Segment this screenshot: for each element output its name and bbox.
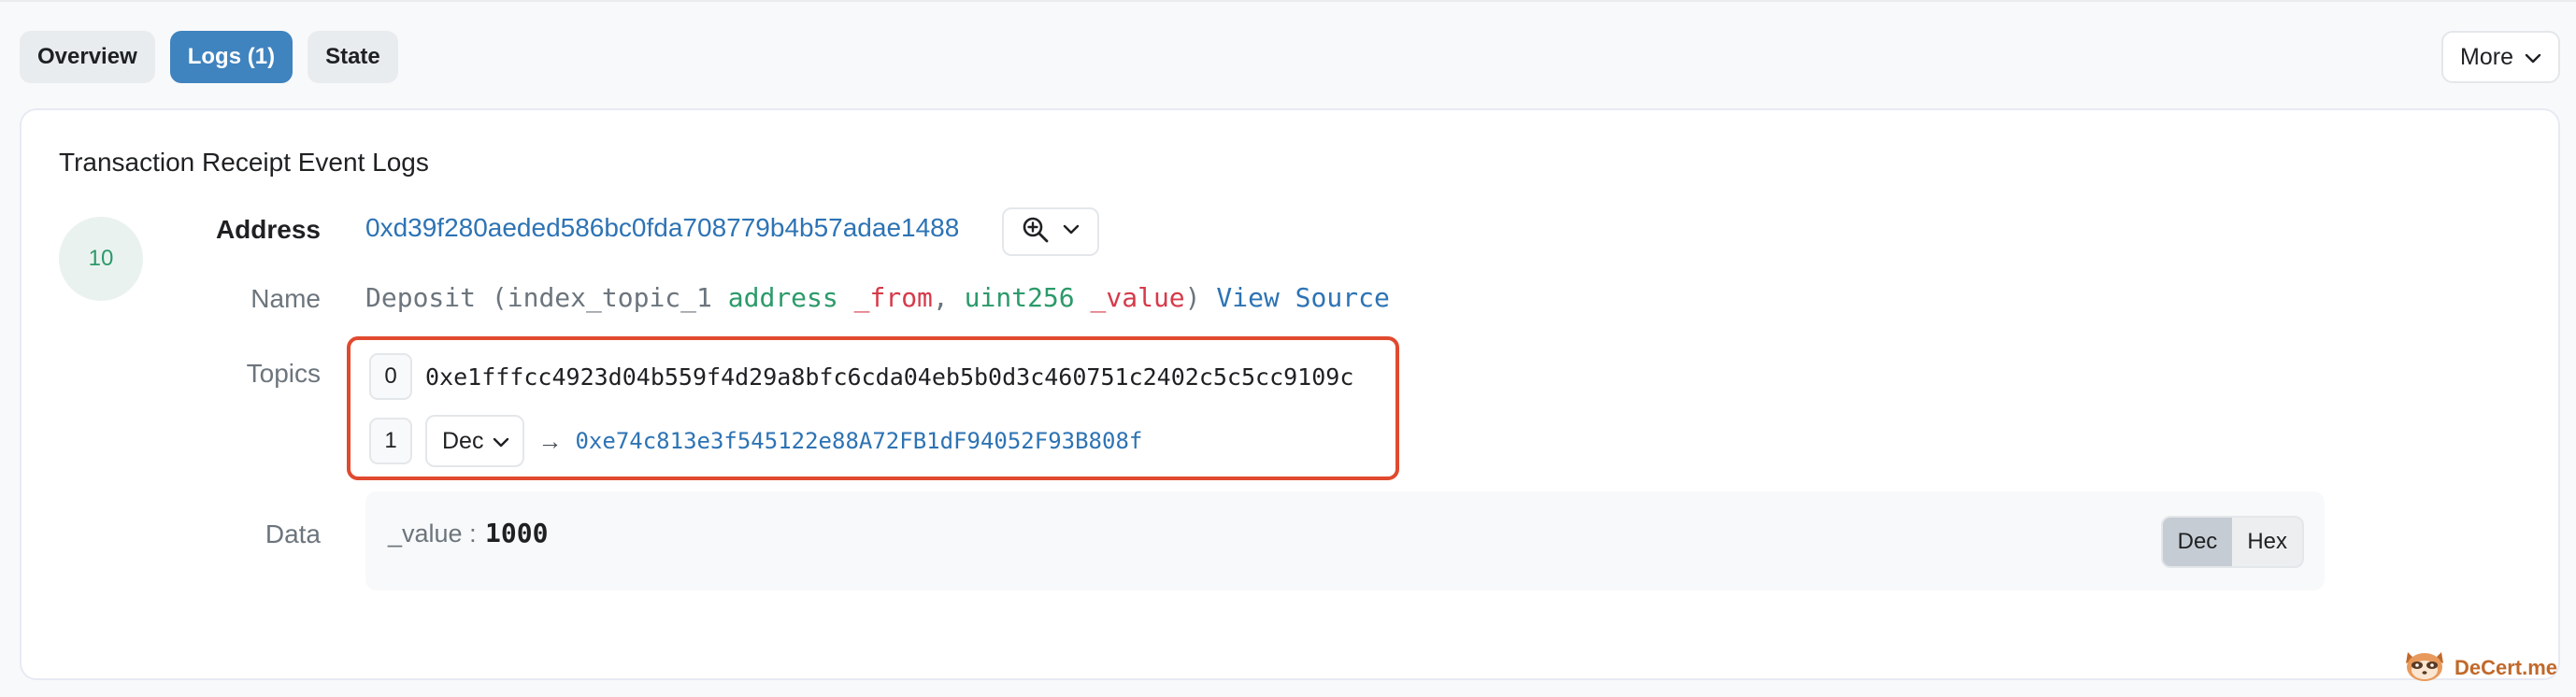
event-name: Deposit (365, 282, 477, 313)
param-1-name: _from (853, 282, 933, 313)
topic-index-badge: 1 (369, 418, 412, 464)
topic-address-link[interactable]: 0xe74c813e3f545122e88A72FB1dF94052F93B80… (575, 428, 1142, 454)
sig-separator: , (932, 282, 965, 313)
watermark-text: DeCert.me (2454, 656, 2557, 679)
topics-label: Topics (246, 359, 321, 388)
address-link[interactable]: 0xd39f280aeded586bc0fda708779b4b57adae14… (365, 213, 959, 243)
top-divider (0, 0, 2576, 2)
topic-value: 0xe1fffcc4923d04b559f4d29a8bfc6cda04eb5b… (425, 363, 1354, 391)
sig-open: ( (476, 282, 508, 313)
dec-toggle-button[interactable]: Dec (2162, 518, 2233, 566)
card-title: Transaction Receipt Event Logs (59, 148, 429, 177)
data-param-value: 1000 (485, 518, 549, 548)
chevron-down-icon (2525, 44, 2541, 71)
raccoon-logo-icon (2402, 647, 2447, 690)
param-2-type: uint256 (964, 282, 1075, 313)
name-label: Name (250, 284, 321, 313)
topics-highlight-box: 0 0xe1fffcc4923d04b559f4d29a8bfc6cda04eb… (347, 336, 1399, 480)
sig-close: ) (1184, 282, 1201, 313)
tab-overview[interactable]: Overview (20, 31, 155, 83)
event-logs-card: Transaction Receipt Event Logs 1 0 Addres… (20, 108, 2560, 680)
chevron-down-icon (493, 428, 509, 455)
data-format-toggle: Dec Hex (2160, 516, 2304, 568)
address-label: Address (215, 215, 321, 244)
param-2-name: _value (1090, 282, 1185, 313)
topic-index-badge: 0 (369, 353, 412, 400)
param-1-type: address (727, 282, 838, 313)
tab-logs[interactable]: Logs (1) (169, 31, 293, 83)
more-label: More (2460, 43, 2513, 70)
tab-state[interactable]: State (308, 31, 398, 83)
more-dropdown-button[interactable]: More (2441, 31, 2560, 83)
decert-watermark: DeCert.me (2402, 647, 2557, 690)
hex-toggle-button[interactable]: Hex (2232, 518, 2302, 566)
event-signature: Deposit (index_topic_1 address _from, ui… (365, 282, 1390, 313)
data-label: Data (265, 519, 321, 548)
tab-bar: Overview Logs (1) State (20, 31, 398, 83)
topic-format-value: Dec (442, 427, 484, 454)
param-1-prefix: index_topic_1 (507, 282, 728, 313)
arrow-right-icon: → (537, 426, 563, 455)
topic-row: 1 Dec → 0xe74c813e3f545122e88A72FB1dF940… (369, 415, 1142, 467)
topic-format-select[interactable]: Dec (425, 415, 525, 467)
topic-row: 0 0xe1fffcc4923d04b559f4d29a8bfc6cda04eb… (369, 353, 1353, 400)
data-param-name: _value : (388, 519, 477, 548)
view-source-link[interactable]: View Source (1216, 282, 1389, 313)
chevron-down-icon (1063, 223, 1080, 240)
zoom-in-icon (1022, 216, 1050, 249)
address-zoom-dropdown[interactable] (1002, 207, 1099, 256)
data-panel: _value : 1000 Dec Hex (365, 491, 2325, 590)
